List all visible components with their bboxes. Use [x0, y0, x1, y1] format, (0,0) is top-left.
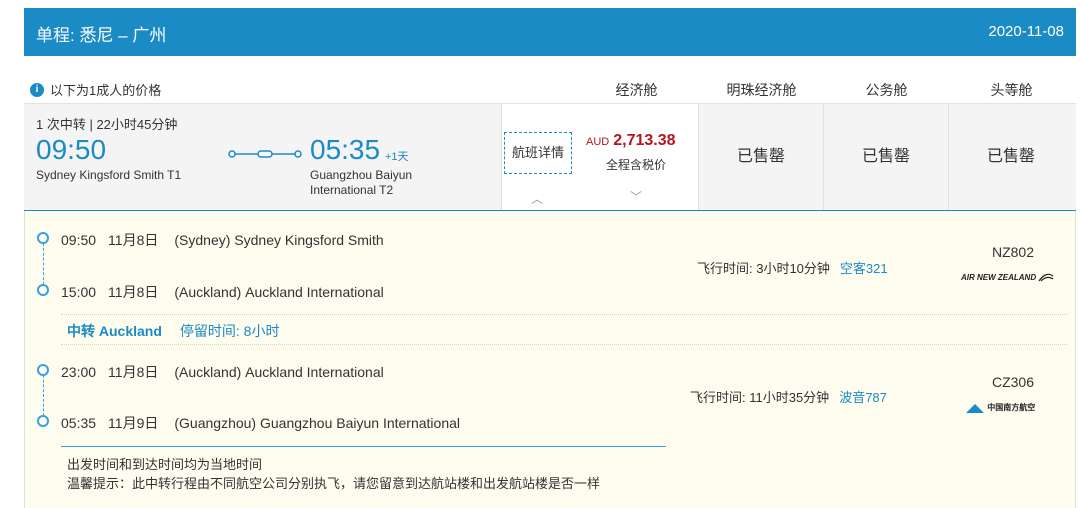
stops-duration: 1 次中转 | 22小时45分钟 — [36, 117, 178, 132]
cabin-economy-header: 经济舱 — [615, 82, 658, 98]
header-bar: 单程: 悉尼 – 广州 2020-11-08 — [24, 8, 1076, 56]
seg2-arr-date: 11月9日 — [108, 415, 159, 431]
premium-soldout: 已售罄 — [736, 148, 785, 165]
seg1-flight-number: NZ802 — [991, 244, 1035, 260]
note-terminal-warning: 温馨提示：此中转行程由不同航空公司分别执飞，请您留意到达航站楼和出发航站楼是否一… — [67, 476, 601, 491]
seg2-dep-date: 11月8日 — [108, 364, 159, 380]
economy-price[interactable]: AUD 2,713.38 — [586, 132, 676, 150]
departure-time: 09:50 — [36, 134, 107, 165]
notes: 出发时间和到达时间均为当地时间 温馨提示：此中转行程由不同航空公司分别执飞，请您… — [67, 455, 600, 493]
arrival-airport: Guangzhou Baiyun International T2 — [310, 168, 413, 197]
segment-2-duration: 飞行时间: 11小时35分钟 波音787 — [690, 387, 887, 406]
departure-dot-icon — [37, 364, 49, 376]
flight-details-panel: ​ 09:5011月8日(Sydney) Sydney Kingsford Sm… — [24, 211, 1076, 508]
notes-divider — [61, 446, 666, 447]
seg1-dep-airport: (Sydney) Sydney Kingsford Smith — [174, 232, 384, 248]
seg2-flight-number: CZ306 — [991, 374, 1035, 390]
seg2-arr-airport: (Guangzhou) Guangzhou Baiyun Internation… — [174, 415, 461, 431]
air-new-zealand-logo: AIR NEW ZEALAND — [961, 273, 1054, 283]
segment-2-arrival: 05:35 11月9日 (Guangzhou) Guangzhou Baiyun I… — [61, 413, 460, 433]
segment-1-line — [43, 238, 44, 290]
seg2-aircraft[interactable]: 波音787 — [839, 390, 887, 405]
price-amount: 2,713.38 — [613, 132, 676, 149]
cabin-first-header: 头等舱 — [990, 82, 1033, 98]
departure-dot-icon — [37, 232, 49, 244]
seg2-dep-airport: (Auckland) Auckland International — [174, 364, 384, 380]
seg1-duration: 飞行时间: 3小时10分钟 — [697, 261, 830, 276]
chevron-up-icon[interactable]: ︿ — [531, 190, 543, 207]
route-title: 单程: 悉尼 – 广州 — [36, 26, 167, 45]
seg2-arr-time: 05:35 — [61, 415, 97, 431]
premium-economy-cell: 已售罄 — [699, 104, 824, 210]
business-soldout: 已售罄 — [861, 148, 910, 165]
kapok-flower-icon — [966, 404, 984, 413]
currency: AUD — [586, 136, 610, 148]
segment-1-departure: 09:50 11月8日 (Sydney) Sydney Kingsford Smit… — [61, 230, 384, 250]
arrival-dot-icon — [37, 415, 49, 427]
layover-time: 停留时间: 8小时 — [179, 323, 280, 339]
tax-note: 全程含税价 — [605, 158, 666, 172]
arrival-time: 05:35 — [310, 134, 381, 165]
seg1-dep-time: 09:50 — [61, 232, 97, 248]
transfer-info: 中转 Auckland 停留时间: 8小时 — [67, 321, 279, 341]
info-icon: i — [30, 82, 44, 97]
segment-2-departure: 23:00 11月8日 (Auckland) Auckland Internatio… — [61, 362, 384, 382]
seg1-arr-airport: (Auckland) Auckland International — [174, 284, 384, 300]
arrival-day-offset: +1天 — [385, 151, 409, 163]
seg1-arr-date: 11月8日 — [108, 284, 159, 300]
chevron-down-icon[interactable]: ﹀ — [630, 188, 642, 205]
cabin-premium-header: 明珠经济舱 — [726, 82, 797, 98]
seg1-arr-time: 15:00 — [61, 284, 97, 300]
business-cell: 已售罄 — [824, 104, 949, 210]
seg2-dep-time: 23:00 — [61, 364, 97, 380]
segment-1-duration: 飞行时间: 3小时10分钟 空客321 — [697, 258, 888, 277]
first-soldout: 已售罄 — [986, 148, 1035, 165]
fern-icon — [1038, 273, 1054, 282]
seg2-duration: 飞行时间: 11小时35分钟 — [690, 390, 830, 405]
divider — [61, 344, 1067, 345]
segment-2-line — [43, 370, 44, 421]
note-local-time: 出发时间和到达时间均为当地时间 — [67, 457, 263, 472]
flight-detail-button[interactable]: 航班详情 — [504, 132, 572, 174]
seg2-airline: 中国南方航空 — [987, 403, 1036, 413]
travel-date: 2020-11-08 — [988, 23, 1064, 40]
departure-airport: Sydney Kingsford Smith T1 — [36, 168, 182, 182]
price-note-text: 以下为1成人的价格 — [50, 83, 162, 98]
transfer-label: 中转 Auckland — [67, 323, 162, 339]
seg1-airline: AIR NEW ZEALAND — [961, 273, 1037, 283]
price-note: i 以下为1成人的价格 — [30, 80, 161, 99]
flight-summary: 1 次中转 | 22小时45分钟 09:50 Sydney Kingsford … — [24, 103, 1076, 212]
arrival-dot-icon — [37, 284, 49, 296]
divider — [61, 314, 1067, 315]
first-cell: 已售罄 — [949, 104, 1073, 210]
flight-detail-cell: 航班详情 ︿ — [501, 104, 575, 210]
economy-fare-cell[interactable]: AUD 2,713.38 全程含税价 ﹀ — [574, 104, 699, 210]
cabin-business-header: 公务舱 — [865, 82, 908, 98]
price-header: i 以下为1成人的价格 经济舱 明珠经济舱 公务舱 头等舱 — [24, 76, 1076, 102]
segment-1-arrival: 15:00 11月8日 (Auckland) Auckland Internatio… — [61, 282, 384, 302]
seg1-dep-date: 11月8日 — [108, 232, 159, 248]
china-southern-logo: 中国南方航空 — [965, 402, 1035, 414]
seg1-aircraft[interactable]: 空客321 — [840, 261, 888, 276]
route-line-icon — [228, 150, 302, 158]
